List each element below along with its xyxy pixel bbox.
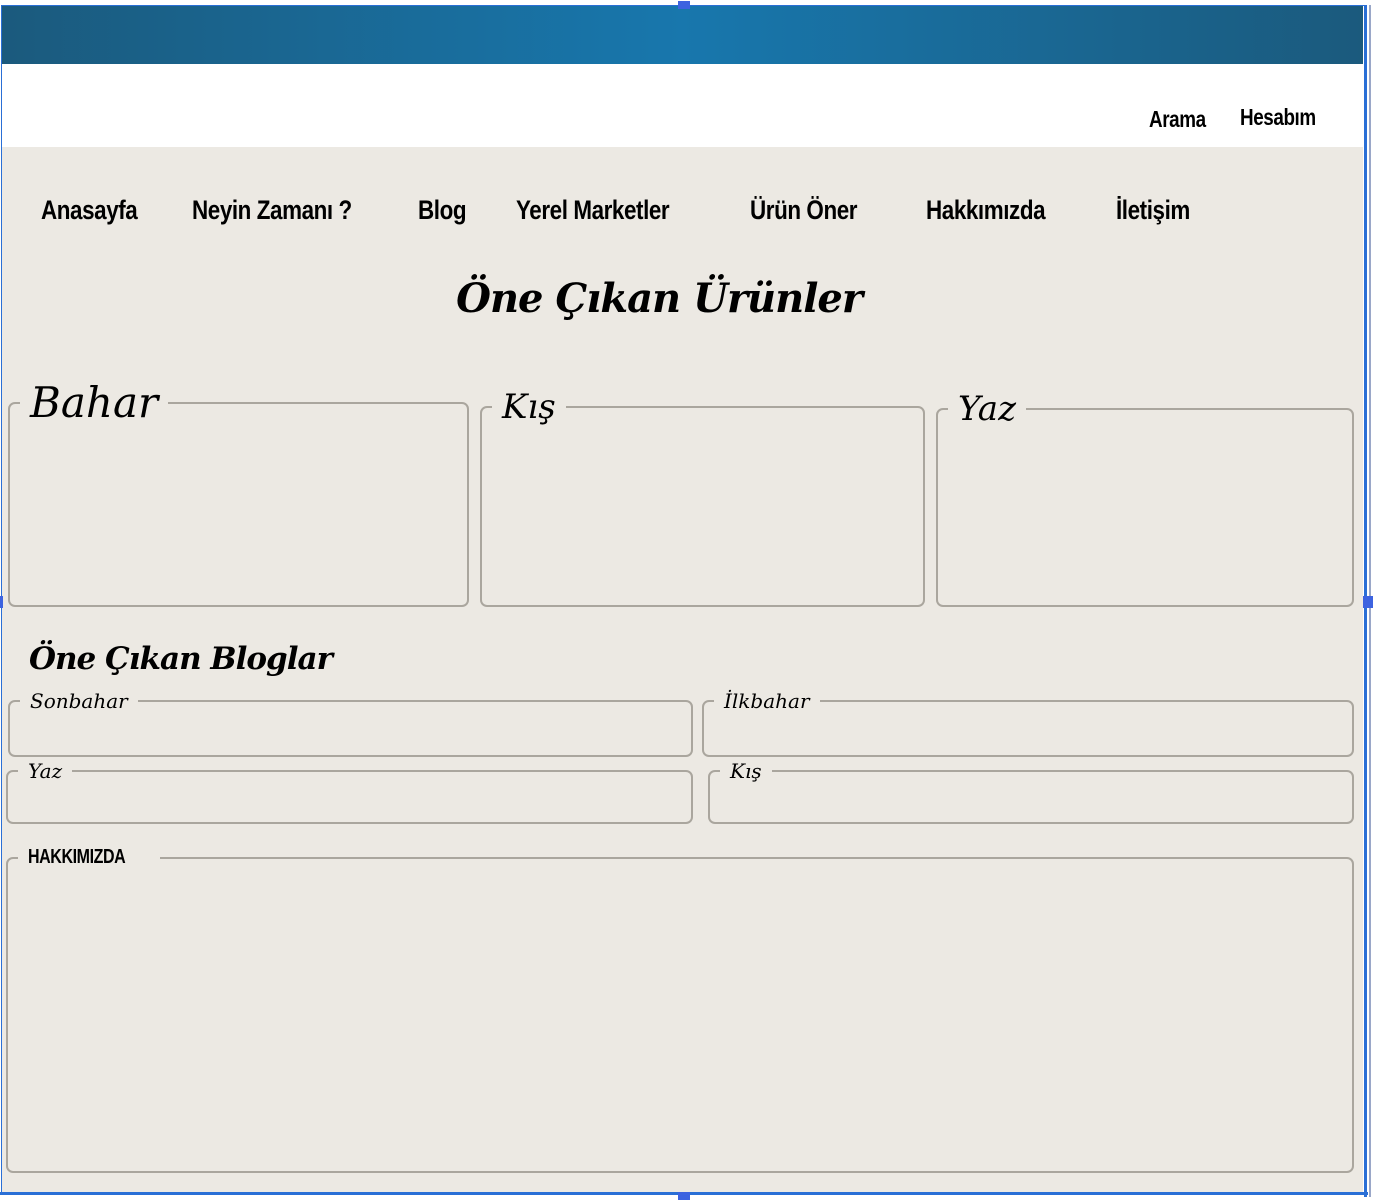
selection-frame	[1, 5, 1365, 1195]
resize-handle-bottom[interactable]	[678, 1192, 690, 1200]
resize-handle-top[interactable]	[678, 1, 690, 9]
resize-handle-right[interactable]	[1363, 596, 1373, 608]
resize-handle-left[interactable]	[0, 596, 3, 608]
